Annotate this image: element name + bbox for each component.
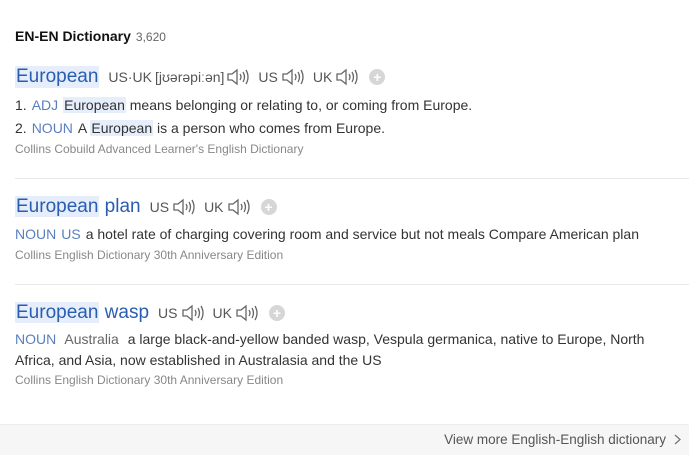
divider — [15, 178, 689, 179]
sense-row: 1. ADJ European means belonging or relat… — [15, 94, 689, 117]
speaker-icon[interactable] — [181, 303, 205, 323]
sense-definition: a hotel rate of charging covering room a… — [85, 226, 639, 242]
part-of-speech: NOUN — [15, 331, 57, 347]
entry-european-wasp: European wasp US UK + NOUN Australia a l… — [15, 300, 689, 387]
part-of-speech: NOUN — [31, 120, 73, 136]
pron-us-label: US — [158, 305, 178, 321]
region-label: US — [61, 226, 81, 242]
part-of-speech: ADJ — [31, 97, 59, 113]
chevron-right-icon — [674, 434, 681, 445]
pron-uk-label: UK — [312, 69, 333, 85]
speaker-icon[interactable] — [281, 67, 305, 87]
footer-bar: View more English-English dictionary — [0, 424, 689, 455]
pron-us-label: US — [149, 199, 170, 215]
speaker-icon[interactable] — [335, 67, 359, 87]
dictionary-source: Collins Cobuild Advanced Learner's Engli… — [15, 142, 304, 156]
sense-row: 2. NOUN A European is a person who comes… — [15, 117, 689, 140]
dictionary-source: Collins English Dictionary 30th Annivers… — [15, 248, 284, 262]
entry-european-plan: European plan US UK + NOUN US a hotel ra… — [15, 194, 689, 262]
pronunciation-group: US UK + — [150, 197, 277, 217]
pron-uk-label: UK — [212, 305, 232, 321]
pronunciation-group: US·UK [jʊərəpiːən] US UK + — [108, 67, 386, 87]
region-label: Australia — [64, 331, 119, 347]
definition-text: means belonging or relating to, or comin… — [125, 97, 473, 113]
sense-number: 2. — [15, 120, 27, 136]
dictionary-title: EN-EN Dictionary — [15, 28, 131, 44]
plus-icon[interactable]: + — [369, 69, 386, 85]
sense-definition: European means belonging or relating to,… — [63, 94, 472, 117]
headword[interactable]: European wasp — [15, 302, 149, 324]
sense-number: 1. — [15, 97, 27, 113]
speaker-icon[interactable] — [226, 67, 250, 87]
entry-european: European US·UK [jʊərəpiːən] US UK + 1. A… — [15, 64, 689, 156]
headword-rest: plan — [99, 196, 141, 217]
pronunciation-group: US UK + — [158, 303, 285, 323]
headword-highlight: European — [15, 302, 100, 323]
speaker-icon[interactable] — [235, 303, 259, 323]
headword[interactable]: European plan — [15, 196, 141, 218]
definition-text: is a person who comes from Europe. — [153, 120, 385, 136]
part-of-speech: NOUN — [15, 226, 57, 242]
headword[interactable]: European — [15, 66, 100, 88]
result-count: 3,620 — [135, 30, 166, 44]
pron-region-label: US·UK — [108, 69, 152, 85]
speaker-icon[interactable] — [227, 197, 251, 217]
definition-prefix: A — [77, 120, 91, 136]
view-more-label: View more English-English dictionary — [444, 432, 666, 447]
ipa-text: [jʊərəpiːən] — [154, 69, 225, 85]
entry-head: European US·UK [jʊərəpiːən] US UK + — [15, 64, 689, 90]
entry-head: European wasp US UK + — [15, 300, 689, 326]
sense-definition: A European is a person who comes from Eu… — [78, 117, 385, 140]
pron-uk-label: UK — [204, 199, 224, 215]
sense-row: NOUN Australia a large black-and-yellow … — [15, 329, 689, 371]
entry-head: European plan US UK + — [15, 194, 689, 220]
view-more-link[interactable]: View more English-English dictionary — [444, 432, 681, 447]
speaker-icon[interactable] — [172, 197, 196, 217]
divider — [15, 284, 689, 285]
dictionary-header: EN-EN Dictionary 3,620 — [15, 28, 166, 44]
plus-icon[interactable]: + — [268, 305, 285, 321]
sense-row: NOUN US a hotel rate of charging coverin… — [15, 223, 689, 246]
pron-us-label: US — [258, 69, 278, 85]
highlighted-term: European — [63, 97, 126, 113]
highlighted-term: European — [90, 120, 154, 136]
headword-highlight: European — [15, 196, 100, 217]
headword-rest: wasp — [99, 302, 150, 323]
plus-icon[interactable]: + — [260, 199, 277, 215]
dictionary-source: Collins English Dictionary 30th Annivers… — [15, 373, 284, 387]
